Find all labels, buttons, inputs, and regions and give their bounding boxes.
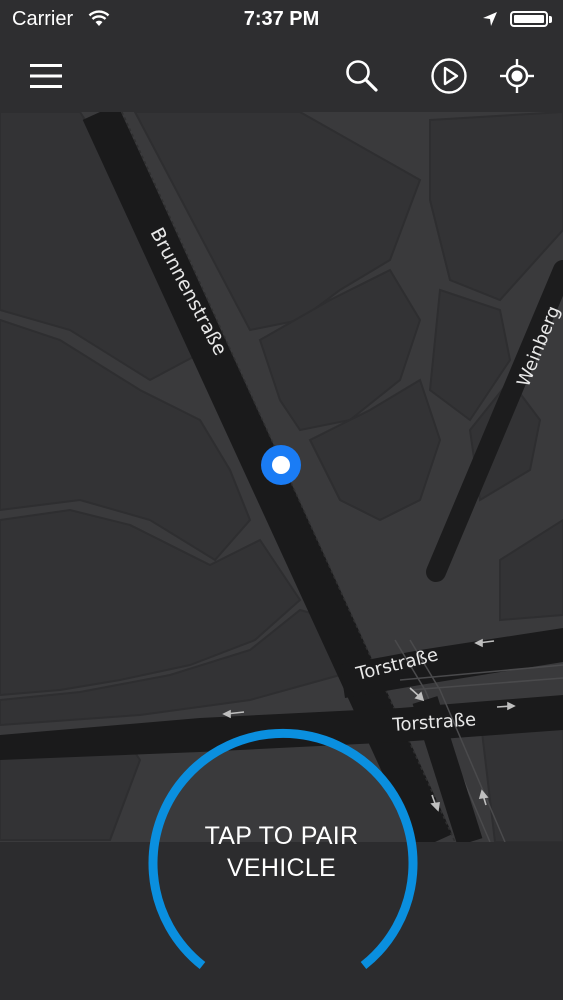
crosshair-icon bbox=[500, 59, 534, 93]
clock: 7:37 PM bbox=[243, 8, 320, 30]
location-arrow-icon bbox=[482, 11, 498, 32]
search-button[interactable] bbox=[340, 54, 384, 98]
locate-me-button[interactable] bbox=[495, 54, 539, 98]
nav-bar bbox=[0, 40, 563, 112]
play-icon bbox=[431, 58, 467, 94]
battery-icon bbox=[510, 11, 548, 27]
menu-button[interactable] bbox=[24, 54, 68, 98]
current-location-marker bbox=[261, 445, 301, 485]
play-button[interactable] bbox=[427, 54, 471, 98]
pair-label-line1: TAP TO PAIR bbox=[204, 821, 359, 850]
battery-tip bbox=[549, 16, 552, 23]
menu-icon bbox=[30, 64, 62, 88]
search-icon bbox=[346, 60, 378, 92]
pair-label-line2: VEHICLE bbox=[226, 853, 337, 882]
tap-to-pair-button[interactable]: TAP TO PAIR VEHICLE bbox=[160, 730, 403, 973]
status-bar: Carrier 7:37 PM bbox=[0, 0, 563, 40]
